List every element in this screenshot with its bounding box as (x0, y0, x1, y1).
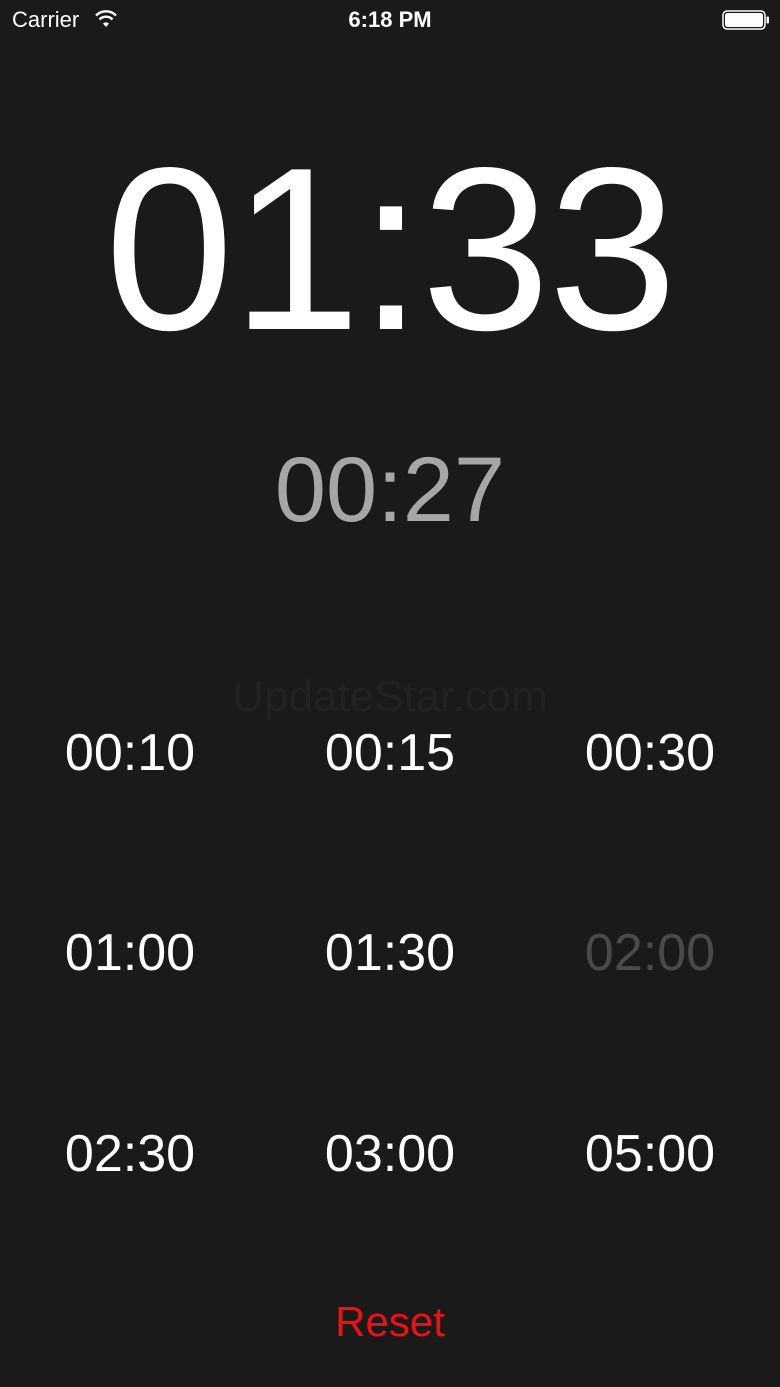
status-time: 6:18 PM (348, 7, 432, 32)
remaining-time-display: 00:27 (274, 439, 506, 541)
status-bar: Carrier 6:18 PM (0, 0, 780, 40)
preset-button-0015[interactable]: 00:15 (260, 722, 520, 784)
preset-button-0230[interactable]: 02:30 (0, 1123, 260, 1185)
preset-button-0010[interactable]: 00:10 (0, 722, 260, 784)
preset-button-0200[interactable]: 02:00 (520, 922, 780, 984)
preset-button-0300[interactable]: 03:00 (260, 1123, 520, 1185)
preset-button-0030[interactable]: 00:30 (520, 722, 780, 784)
preset-button-0500[interactable]: 05:00 (520, 1123, 780, 1185)
reset-button[interactable]: Reset (0, 1296, 780, 1348)
elapsed-time-display: 01:33 (104, 120, 678, 379)
battery-icon (722, 10, 769, 30)
preset-button-0130[interactable]: 01:30 (260, 922, 520, 984)
preset-button-0100[interactable]: 01:00 (0, 922, 260, 984)
watermark: UpdateStar.com (232, 672, 548, 721)
